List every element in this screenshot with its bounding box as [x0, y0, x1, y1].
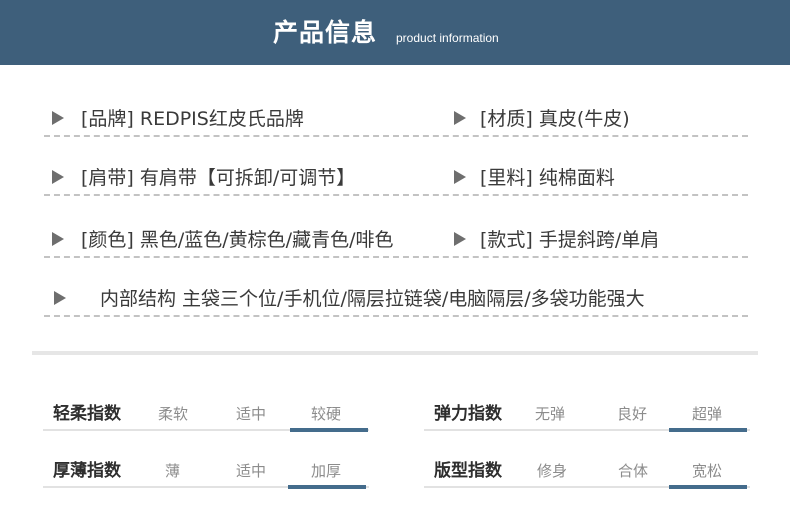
- spec-text: [品牌] REDPIS红皮氏品牌: [81, 108, 304, 130]
- index-selected-bar: [288, 485, 366, 489]
- triangle-right-icon: [52, 111, 64, 125]
- index-selected-bar: [669, 485, 747, 489]
- index-option: 宽松: [692, 462, 723, 480]
- index-option: 柔软: [158, 405, 189, 423]
- spec-row: [颜色] 黑色/蓝色/黄棕色/藏青色/啡色 [款式] 手提斜跨/单肩: [44, 228, 748, 258]
- spec-row: [品牌] REDPIS红皮氏品牌 [材质] 真皮(牛皮): [44, 107, 748, 137]
- index-option: 加厚: [311, 462, 342, 480]
- spec-text: 内部结构 主袋三个位/手机位/隔层拉链袋/电脑隔层/多袋功能强大: [100, 288, 645, 310]
- spec-text: [里料] 纯棉面料: [480, 167, 615, 189]
- index-option: 适中: [236, 405, 267, 423]
- spec-row: 内部结构 主袋三个位/手机位/隔层拉链袋/电脑隔层/多袋功能强大: [44, 287, 748, 317]
- spec-text: [肩带] 有肩带【可拆卸/可调节】: [81, 167, 356, 189]
- index-option: 薄: [165, 462, 181, 480]
- triangle-right-icon: [54, 291, 66, 305]
- index-option: 较硬: [311, 405, 342, 423]
- index-option: 修身: [537, 462, 568, 480]
- index-label: 厚薄指数: [53, 461, 121, 481]
- index-option: 合体: [618, 462, 649, 480]
- section-divider: [32, 351, 758, 355]
- spec-row: [肩带] 有肩带【可拆卸/可调节】 [里料] 纯棉面料: [44, 166, 748, 196]
- spec-text: [款式] 手提斜跨/单肩: [480, 229, 660, 251]
- index-label: 版型指数: [434, 461, 502, 481]
- index-option: 超弹: [692, 405, 723, 423]
- index-fit: 版型指数 修身 合体 宽松: [424, 459, 750, 493]
- index-elasticity: 弹力指数 无弹 良好 超弹: [424, 402, 750, 436]
- index-option: 适中: [236, 462, 267, 480]
- triangle-right-icon: [52, 232, 64, 246]
- triangle-right-icon: [52, 170, 64, 184]
- index-selected-bar: [669, 428, 747, 432]
- triangle-right-icon: [454, 170, 466, 184]
- triangle-right-icon: [454, 232, 466, 246]
- spec-text: [颜色] 黑色/蓝色/黄棕色/藏青色/啡色: [81, 229, 394, 251]
- page-subtitle: product information: [396, 31, 499, 45]
- spec-text: [材质] 真皮(牛皮): [480, 108, 630, 130]
- index-selected-bar: [290, 428, 368, 432]
- header-banner: 产品信息 product information: [0, 0, 790, 65]
- index-label: 轻柔指数: [53, 404, 121, 424]
- index-softness: 轻柔指数 柔软 适中 较硬: [43, 402, 369, 436]
- index-thickness: 厚薄指数 薄 适中 加厚: [43, 459, 369, 493]
- triangle-right-icon: [454, 111, 466, 125]
- index-label: 弹力指数: [434, 404, 502, 424]
- index-option: 无弹: [535, 405, 566, 423]
- index-option: 良好: [617, 405, 648, 423]
- page-title: 产品信息: [273, 18, 378, 47]
